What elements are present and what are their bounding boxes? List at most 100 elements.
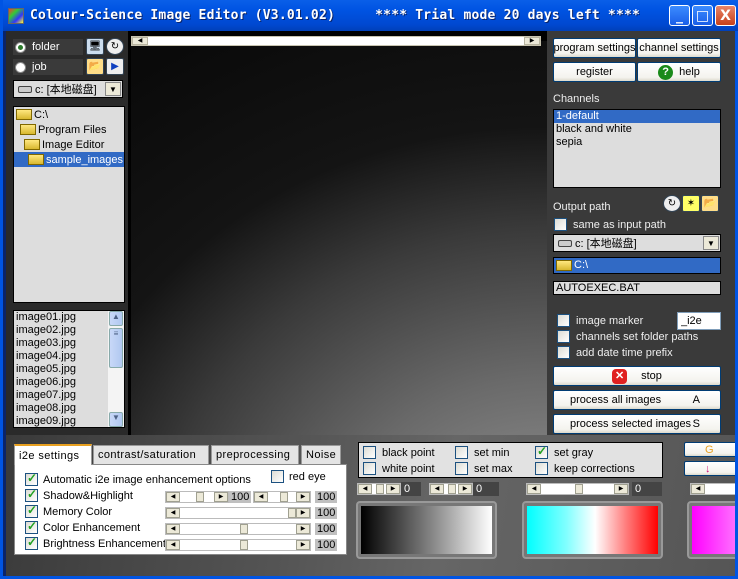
channels-set-folder-checkbox[interactable]: channels set folder paths: [557, 330, 698, 343]
register-button[interactable]: register: [553, 62, 636, 82]
browse-folder-icon[interactable]: 📂: [701, 195, 719, 212]
image-preview[interactable]: [131, 41, 547, 439]
load-button[interactable]: G: [684, 442, 735, 457]
keep-corrections-checkbox[interactable]: keep corrections: [535, 462, 635, 475]
slider-thumb[interactable]: [196, 492, 204, 502]
red-eye-checkbox[interactable]: red eye: [271, 470, 326, 483]
slider-thumb[interactable]: [280, 492, 288, 502]
tree-item[interactable]: C:\: [14, 107, 124, 122]
network-computer-icon[interactable]: 🖥: [86, 38, 104, 55]
brightness-enhancement-checkbox[interactable]: Brightness Enhancement: [25, 535, 166, 550]
brightness-enhancement-slider[interactable]: ◀ ▶: [165, 539, 311, 551]
slider-left-arrow-icon[interactable]: ◀: [166, 492, 180, 502]
mode-folder-radio[interactable]: folder: [13, 39, 83, 55]
image-marker-checkbox[interactable]: image marker: [557, 314, 643, 327]
slider-thumb[interactable]: [240, 540, 248, 550]
highlight-slider[interactable]: ◀ ▶: [253, 491, 311, 503]
refresh-icon[interactable]: ↻: [106, 38, 124, 55]
shadow-highlight-checkbox[interactable]: Shadow&Highlight: [25, 487, 133, 502]
slider-thumb[interactable]: [376, 484, 384, 494]
minimize-button[interactable]: _: [669, 5, 690, 26]
memory-color-slider[interactable]: ◀ ▶: [165, 507, 311, 519]
color-enhancement-slider[interactable]: ◀ ▶: [165, 523, 311, 535]
process-selected-button[interactable]: process selected images S: [553, 414, 721, 434]
output-file-item[interactable]: AUTOEXEC.BAT: [554, 282, 720, 295]
slider-right-arrow-icon[interactable]: ▶: [296, 540, 310, 550]
tree-item[interactable]: Program Files: [14, 122, 124, 137]
output-file-list[interactable]: AUTOEXEC.BAT: [553, 281, 721, 295]
slider-right-arrow-icon[interactable]: ▶: [296, 508, 310, 518]
tree-item[interactable]: Image Editor: [14, 137, 124, 152]
scroll-up-icon[interactable]: ▲: [109, 311, 123, 326]
channels-list[interactable]: 1-default black and white sepia: [553, 109, 721, 188]
mode-job-radio[interactable]: job: [13, 59, 83, 75]
refresh-icon[interactable]: ↻: [663, 195, 681, 212]
slider-thumb[interactable]: [288, 508, 296, 518]
new-folder-icon[interactable]: ✶: [682, 195, 700, 212]
slider-left-arrow-icon[interactable]: ◀: [430, 484, 444, 494]
help-button[interactable]: ? help: [637, 62, 721, 82]
slider-right-arrow-icon[interactable]: ▶: [614, 484, 628, 494]
slider-left-arrow-icon[interactable]: ◀: [166, 540, 180, 550]
slider-thumb[interactable]: [240, 524, 248, 534]
slider-right-arrow-icon[interactable]: ▶: [296, 492, 310, 502]
slider-left-arrow-icon[interactable]: ◀: [254, 492, 268, 502]
channel-item[interactable]: black and white: [554, 123, 720, 136]
slider-right-arrow-icon[interactable]: ▶: [386, 484, 400, 494]
chevron-down-icon[interactable]: ▼: [703, 236, 719, 250]
output-folder-list[interactable]: C:\: [553, 257, 721, 274]
auto-enhance-checkbox[interactable]: Automatic i2e image enhancement options: [25, 471, 251, 486]
set-min-checkbox[interactable]: set min: [455, 446, 509, 459]
memory-color-checkbox[interactable]: Memory Color: [25, 503, 112, 518]
slider-thumb[interactable]: [575, 484, 583, 494]
color-enhancement-checkbox[interactable]: Color Enhancement: [25, 519, 140, 534]
channel-settings-button[interactable]: channel settings: [637, 38, 721, 58]
color-balance-slider[interactable]: ◀ ▶: [526, 483, 629, 495]
slider-left-arrow-icon[interactable]: ◀: [358, 484, 372, 494]
scroll-thumb[interactable]: ≡: [109, 328, 123, 368]
chevron-down-icon[interactable]: ▼: [105, 82, 121, 96]
slider-right-arrow-icon[interactable]: ▶: [296, 524, 310, 534]
set-gray-checkbox[interactable]: set gray: [535, 444, 593, 459]
file-list[interactable]: image01.jpg image02.jpg image03.jpg imag…: [13, 310, 125, 428]
output-drive-select[interactable]: c: [本地磁盘] ▼: [553, 234, 721, 252]
slider-thumb[interactable]: [448, 484, 456, 494]
program-settings-button[interactable]: program settings: [553, 38, 636, 58]
close-button[interactable]: X: [715, 5, 736, 26]
slider-left-arrow-icon[interactable]: ◀: [166, 508, 180, 518]
magenta-slider[interactable]: ◀: [690, 483, 735, 495]
title-bar[interactable]: Colour-Science Image Editor (V3.01.02) *…: [3, 0, 738, 31]
download-button[interactable]: ↓: [684, 461, 735, 476]
scroll-down-icon[interactable]: ▼: [109, 412, 123, 427]
white-point-slider[interactable]: ◀ ▶: [429, 483, 473, 495]
output-folder-item[interactable]: C:\: [554, 258, 720, 273]
scroll-left-arrow-icon[interactable]: ◀: [132, 37, 148, 45]
same-as-input-checkbox[interactable]: same as input path: [554, 218, 666, 231]
channel-item[interactable]: sepia: [554, 136, 720, 149]
image-marker-input[interactable]: [677, 312, 721, 330]
preview-horizontal-scrollbar[interactable]: ◀ ▶: [131, 36, 541, 46]
tree-item[interactable]: sample_images: [14, 152, 124, 167]
slider-left-arrow-icon[interactable]: ◀: [691, 484, 705, 494]
slider-left-arrow-icon[interactable]: ◀: [166, 524, 180, 534]
open-folder-icon[interactable]: 📂: [86, 58, 104, 75]
maximize-button[interactable]: □: [692, 5, 713, 26]
slider-left-arrow-icon[interactable]: ◀: [527, 484, 541, 494]
scroll-right-arrow-icon[interactable]: ▶: [524, 37, 540, 45]
white-point-checkbox[interactable]: white point: [363, 462, 435, 475]
tab-i2e-settings[interactable]: i2e settings: [14, 444, 92, 465]
slider-right-arrow-icon[interactable]: ▶: [214, 492, 228, 502]
tab-noise[interactable]: Noise: [301, 445, 341, 464]
tab-preprocessing[interactable]: preprocessing: [211, 445, 299, 464]
tab-contrast-saturation[interactable]: contrast/saturation: [93, 445, 209, 464]
play-icon[interactable]: ▶: [106, 58, 124, 75]
add-date-prefix-checkbox[interactable]: add date time prefix: [557, 346, 673, 359]
stop-button[interactable]: ✕ stop: [553, 366, 721, 386]
set-max-checkbox[interactable]: set max: [455, 462, 513, 475]
shadow-slider[interactable]: ◀ ▶: [165, 491, 229, 503]
process-all-button[interactable]: process all images A: [553, 390, 721, 410]
file-list-scrollbar[interactable]: ▲ ≡ ▼: [108, 311, 124, 427]
channel-item[interactable]: 1-default: [554, 110, 720, 123]
folder-tree[interactable]: C:\ Program Files Image Editor sample_im…: [13, 106, 125, 303]
black-point-checkbox[interactable]: black point: [363, 446, 435, 459]
